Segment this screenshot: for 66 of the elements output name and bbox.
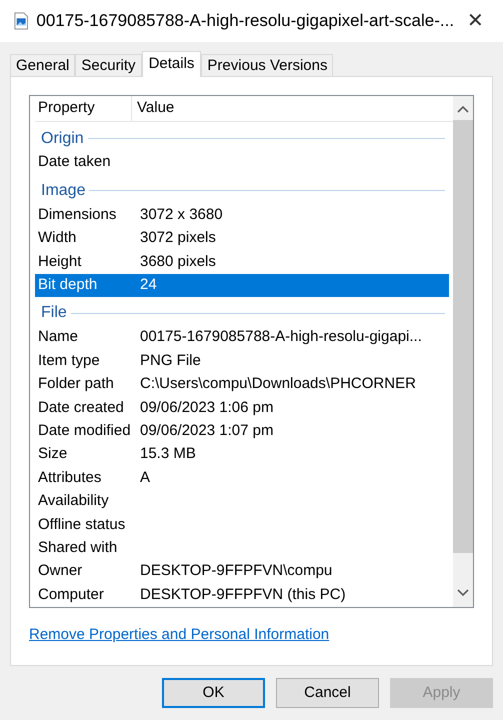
property-value: 00175-1679085788-A-high-resolu-gigapi... (139, 327, 422, 348)
property-row[interactable]: Attributes A (35, 466, 453, 490)
image-file-icon (14, 11, 28, 31)
property-name: Size (37, 444, 68, 464)
property-name: Date taken (37, 152, 112, 172)
dialog-button[interactable]: Cancel (276, 678, 379, 708)
scroll-thumb[interactable] (453, 120, 473, 553)
property-row[interactable]: Shared with (35, 536, 453, 560)
property-name: Name (37, 327, 80, 348)
scroll-down-icon[interactable] (457, 589, 469, 597)
property-value: DESKTOP-9FFPFVN\compu (139, 561, 332, 582)
property-row[interactable]: Folder path C:\Users\compu\Downloads\PHCORNER (35, 372, 453, 396)
property-name: Date modified (37, 420, 132, 441)
remove-properties-link[interactable]: Remove Properties and Personal Information (29, 624, 330, 646)
property-row[interactable]: Owner DESKTOP-9FFPFVN\compu (35, 560, 453, 584)
property-row[interactable]: Offline status (35, 513, 453, 536)
property-name: Offline status (37, 514, 126, 535)
property-value: 09/06/2023 1:06 pm (139, 398, 274, 418)
property-value: DESKTOP-9FFPFVN (this PC) (139, 584, 346, 605)
column-header[interactable]: Property (35, 96, 132, 121)
scroll-up-icon[interactable] (457, 105, 469, 113)
property-row[interactable]: Date modified 09/06/2023 1:07 pm (35, 420, 453, 443)
property-row[interactable]: Bit depth 24 (35, 274, 449, 297)
tab[interactable]: General (10, 54, 76, 76)
property-name: Attributes (37, 468, 102, 488)
group-heading: File (41, 303, 67, 324)
property-value: 3072 pixels (139, 228, 216, 248)
property-row[interactable]: Date created 09/06/2023 1:06 pm (35, 396, 453, 420)
property-name: Shared with (37, 538, 118, 558)
tab[interactable]: Details (142, 51, 202, 77)
property-row[interactable]: Height 3680 pixels (35, 250, 453, 274)
property-value: 09/06/2023 1:07 pm (139, 420, 274, 441)
property-row[interactable]: Width 3072 pixels (35, 226, 453, 250)
property-name: Height (37, 252, 82, 272)
property-value: PNG File (139, 350, 201, 371)
property-row[interactable]: Availability (35, 490, 453, 514)
property-name: Availability (37, 491, 110, 512)
property-name: Item type (37, 350, 101, 371)
property-row[interactable]: Computer DESKTOP-9FFPFVN (this PC) (35, 583, 453, 607)
column-header[interactable]: Value (132, 96, 453, 121)
property-value: 3680 pixels (139, 252, 216, 272)
group-heading: Image (41, 180, 86, 201)
property-value: 15.3 MB (139, 444, 196, 464)
property-name: Dimensions (37, 204, 118, 225)
property-row[interactable]: Size 15.3 MB (35, 442, 453, 466)
property-name: Folder path (37, 374, 115, 394)
property-row[interactable]: Date taken (35, 151, 453, 174)
property-value: 24 (139, 275, 157, 295)
window-title: 00175-1679085788-A-high-resolu-gigapixel-art-scale-... (36, 10, 454, 32)
tab[interactable]: Previous Versions (201, 54, 334, 76)
property-name: Bit depth (37, 275, 98, 295)
property-value: 3072 x 3680 (139, 204, 223, 225)
property-name: Width (37, 228, 78, 248)
close-button[interactable]: ✕ (462, 6, 489, 36)
property-value: A (139, 468, 150, 488)
group-heading: Origin (41, 128, 84, 148)
property-row[interactable]: Name 00175-1679085788-A-high-resolu-gigapi... (35, 326, 453, 350)
dialog-button[interactable]: OK (162, 678, 265, 708)
property-name: Computer (37, 584, 105, 605)
property-row[interactable]: Item type PNG File (35, 349, 453, 373)
scrollbar[interactable] (453, 96, 473, 607)
property-row[interactable]: Dimensions 3072 x 3680 (35, 203, 453, 227)
property-value: C:\Users\compu\Downloads\PHCORNER (139, 374, 416, 394)
property-name: Date created (37, 398, 125, 418)
property-name: Owner (37, 561, 84, 582)
tab[interactable]: Security (75, 54, 142, 76)
